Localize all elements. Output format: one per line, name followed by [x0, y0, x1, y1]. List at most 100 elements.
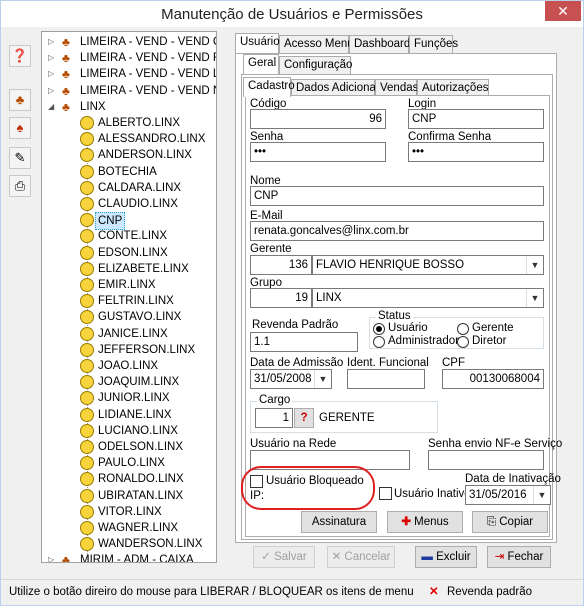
user-icon — [80, 537, 94, 552]
login-field[interactable]: CNP — [408, 109, 544, 129]
expand-icon[interactable]: ▷ — [48, 66, 54, 82]
nfe-senha-field[interactable] — [428, 450, 544, 470]
plus-icon: ✚ — [401, 516, 415, 528]
status-gerente-radio[interactable] — [457, 323, 469, 335]
cpf-label: CPF — [442, 357, 465, 369]
cargo-code-field[interactable]: 1 — [255, 408, 293, 428]
excluir-label: Excluir — [436, 551, 471, 563]
user-icon — [80, 375, 94, 390]
inativacao-date-picker[interactable]: 31/05/2016 ▼ — [465, 485, 551, 505]
window-title: Manutenção de Usuários e Permissões — [161, 6, 423, 23]
status-diretor-radio[interactable] — [457, 336, 469, 348]
user-icon — [80, 180, 94, 195]
user-icon — [80, 197, 94, 211]
user-icon — [80, 310, 94, 325]
tab-usuario[interactable]: Usuário — [235, 33, 280, 53]
menus-button[interactable]: ✚ Menus — [387, 511, 463, 533]
chevron-down-icon[interactable]: ▼ — [533, 486, 550, 504]
edit-icon[interactable]: ✎ — [9, 147, 31, 169]
expand-icon[interactable]: ▷ — [48, 34, 54, 50]
user-icon — [80, 521, 94, 535]
cpf-field[interactable]: 00130068004 — [442, 369, 544, 389]
fechar-button[interactable]: ⇥ Fechar — [487, 546, 551, 568]
user-icon — [80, 472, 94, 487]
tree-item-label: LIMEIRA - VEND - VEND FRO — [80, 52, 216, 65]
group-icon: ♣ — [62, 553, 70, 563]
user-icon — [80, 391, 94, 406]
ident-funcional-field[interactable] — [347, 369, 425, 389]
group-icon: ♣ — [62, 99, 70, 114]
email-field[interactable]: renata.goncalves@linx.com.br — [250, 221, 544, 241]
collapse-icon[interactable]: ◢ — [48, 99, 54, 115]
tab-acesso-menus[interactable]: Acesso Menus — [279, 35, 359, 53]
excluir-button[interactable]: ▬ Excluir — [415, 546, 477, 568]
tree-item-label: EDSON.LINX — [98, 246, 168, 259]
chevron-down-icon[interactable]: ▼ — [526, 289, 543, 307]
chevron-down-icon[interactable]: ▼ — [314, 370, 331, 388]
expand-icon[interactable]: ▷ — [48, 83, 54, 99]
tree-item-label: BOTECHIA — [98, 165, 157, 178]
x-icon: ✕ — [429, 586, 439, 598]
assinatura-button[interactable]: Assinatura — [301, 511, 377, 533]
group-icon: ♣ — [62, 51, 70, 66]
tree-item-label: CALDARA.LINX — [98, 181, 182, 194]
codigo-field[interactable]: 96 — [250, 109, 386, 129]
user-icon — [80, 116, 94, 130]
user-icon — [80, 132, 94, 147]
status-usuario-radio[interactable] — [373, 323, 385, 335]
chevron-down-icon[interactable]: ▼ — [526, 256, 543, 274]
admissao-date-picker[interactable]: 31/05/2008 ▼ — [250, 369, 332, 389]
user-permission-icon[interactable]: ♠ — [9, 117, 31, 139]
copiar-button[interactable]: ⎘ Copiar — [472, 511, 548, 533]
user-tree[interactable]: ▲ ▼ ▷♣LIMEIRA - VEND - VEND CON▷♣LIMEIRA… — [41, 31, 217, 563]
user-icon — [80, 440, 94, 454]
revenda-field[interactable]: 1.1 — [250, 332, 358, 352]
tab-configuracao[interactable]: Configuração — [279, 56, 352, 74]
tab-dashboard[interactable]: Dashboard — [349, 35, 410, 53]
fechar-label: Fechar — [507, 551, 544, 563]
tab-funcoes[interactable]: Funções — [409, 35, 458, 53]
usuario-inativo-checkbox[interactable] — [379, 487, 392, 500]
tree-item-label: RONALDO.LINX — [98, 473, 184, 486]
tab-geral[interactable]: Geral — [243, 54, 279, 74]
salvar-button[interactable]: ✓ Salvar — [253, 546, 315, 568]
tree-item-label: JUNIOR.LINX — [98, 392, 170, 405]
menus-label: Menus — [414, 516, 449, 528]
group-icon: ♣ — [62, 35, 70, 49]
cargo-lookup-icon[interactable]: ? — [294, 408, 314, 428]
tree-item-label: WANDERSON.LINX — [98, 538, 203, 551]
minus-icon: ▬ — [421, 551, 437, 563]
tree-item-label: LUCIANO.LINX — [98, 424, 178, 437]
print-icon[interactable]: ⎙ — [9, 175, 31, 197]
usuario-inativo-label: Usuário Inativo — [394, 488, 471, 500]
nome-field[interactable]: CNP — [250, 186, 544, 206]
user-icon — [80, 342, 94, 357]
confirma-senha-field[interactable]: ••• — [408, 142, 544, 162]
expand-icon[interactable]: ▷ — [48, 50, 54, 66]
grupo-select[interactable]: LINX ▼ — [312, 288, 544, 308]
user-icon — [80, 148, 94, 163]
users-icon[interactable]: ♣ — [9, 89, 31, 111]
tab-cadastro[interactable]: Cadastro — [243, 77, 295, 97]
user-icon — [80, 261, 94, 276]
expand-icon[interactable]: ▷ — [48, 552, 54, 562]
group-icon: ♣ — [62, 83, 70, 98]
status-revenda: Revenda padrão — [447, 586, 533, 598]
tree-item-label: JOAQUIM.LINX — [98, 376, 180, 389]
tree-item-label: MIRIM - ADM - CAIXA — [80, 554, 194, 563]
status-administrador-radio[interactable] — [373, 336, 385, 348]
gerente-select[interactable]: FLAVIO HENRIQUE BOSSO ▼ — [312, 255, 544, 275]
gerente-code-field[interactable]: 136 — [250, 255, 312, 275]
help-icon[interactable]: ❓ — [9, 45, 31, 67]
user-icon — [80, 294, 94, 309]
user-icon — [80, 229, 94, 244]
tree-item-label: CLAUDIO.LINX — [98, 198, 178, 210]
tree-item-label: WAGNER.LINX — [98, 522, 179, 534]
cancelar-button[interactable]: ✕ Cancelar — [327, 546, 395, 568]
grupo-code-field[interactable]: 19 — [250, 288, 312, 308]
tree-item-label: CONTE.LINX — [98, 230, 168, 243]
copiar-label: Copiar — [499, 516, 534, 528]
tree-item-label: GUSTAVO.LINX — [98, 311, 182, 324]
senha-field[interactable]: ••• — [250, 142, 386, 162]
close-button[interactable]: ✕ — [545, 1, 581, 21]
